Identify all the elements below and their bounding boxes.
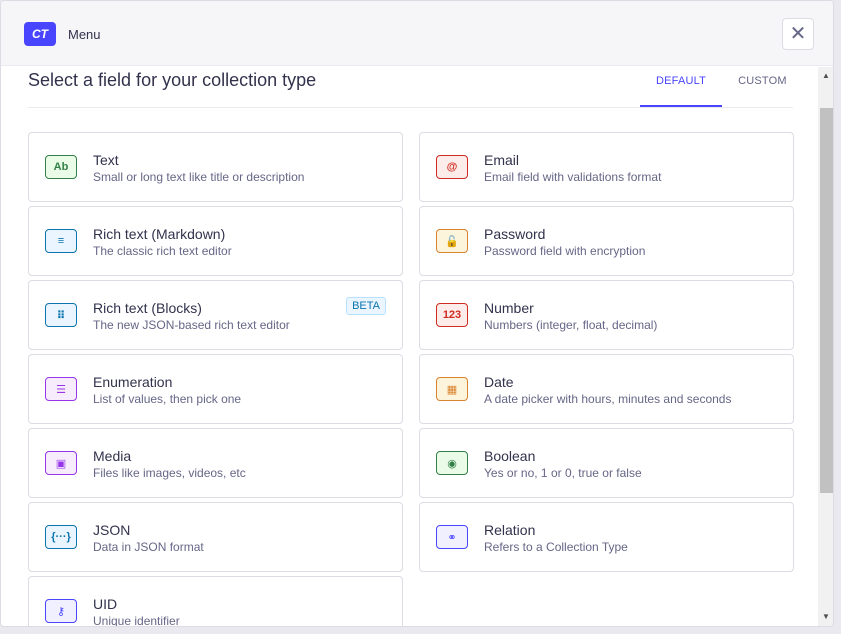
field-name: Rich text (Markdown): [93, 226, 226, 242]
list-icon: ☰: [45, 377, 77, 401]
key-icon: ⚷: [45, 599, 77, 623]
markdown-icon: ≡: [45, 229, 77, 253]
number-icon: 123: [436, 303, 468, 327]
field-name: Media: [93, 448, 132, 464]
field-card-date[interactable]: ▦ Date A date picker with hours, minutes a…: [419, 354, 794, 424]
field-picker-modal: CT Menu ✕ Select a field for your collec…: [0, 0, 834, 627]
field-name: Password: [484, 226, 546, 242]
image-icon: ▣: [45, 451, 77, 475]
lock-icon: 🔓: [436, 229, 468, 253]
blocks-icon: ⠿: [45, 303, 77, 327]
text-icon: Ab: [45, 155, 77, 179]
field-card-relation[interactable]: ⚭ Relation Refers to a Collection Type: [419, 502, 794, 572]
field-card-number[interactable]: 123 Number Numbers (integer, float, decima…: [419, 280, 794, 350]
beta-badge: BETA: [346, 297, 386, 315]
field-description: A date picker with hours, minutes and se…: [484, 392, 732, 406]
menu-label: Menu: [68, 27, 101, 42]
field-card-rich-text-blocks[interactable]: ⠿ Rich text (Blocks) The new JSON-based ri…: [28, 280, 403, 350]
field-name: Date: [484, 374, 514, 390]
field-card-rich-text-markdown[interactable]: ≡ Rich text (Markdown) The classic rich te…: [28, 206, 403, 276]
field-card-media[interactable]: ▣ Media Files like images, videos, etc: [28, 428, 403, 498]
field-description: Password field with encryption: [484, 244, 646, 258]
field-name: Rich text (Blocks): [93, 300, 202, 316]
field-name: JSON: [93, 522, 131, 538]
calendar-icon: ▦: [436, 377, 468, 401]
field-description: Data in JSON format: [93, 540, 204, 554]
tab-custom[interactable]: Custom: [722, 67, 803, 107]
field-card-email[interactable]: @ Email Email field with validations forma…: [419, 132, 794, 202]
field-card-uid[interactable]: ⚷ UID Unique identifier: [28, 576, 403, 627]
field-name: Email: [484, 152, 520, 168]
field-card-password[interactable]: 🔓 Password Password field with encryption: [419, 206, 794, 276]
field-card-boolean[interactable]: ◉ Boolean Yes or no, 1 or 0, true or false: [419, 428, 794, 498]
field-description: The new JSON-based rich text editor: [93, 318, 290, 332]
field-description: Numbers (integer, float, decimal): [484, 318, 658, 332]
collection-type-badge: CT: [24, 22, 56, 46]
scrollbar[interactable]: ▲ ▼: [818, 67, 833, 626]
modal-content: Select a field for your collection type …: [1, 67, 818, 627]
divider: [28, 107, 793, 108]
field-description: Unique identifier: [93, 614, 180, 627]
tab-default[interactable]: Default: [640, 67, 723, 107]
json-icon: {···}: [45, 525, 77, 549]
field-description: Email field with validations format: [484, 170, 662, 184]
toggle-icon: ◉: [436, 451, 468, 475]
field-description: Files like images, videos, etc: [93, 466, 246, 480]
tab-list: Default Custom: [640, 67, 803, 107]
close-button[interactable]: ✕: [782, 18, 814, 50]
field-description: The classic rich text editor: [93, 244, 232, 258]
field-description: List of values, then pick one: [93, 392, 242, 406]
email-icon: @: [436, 155, 468, 179]
field-card-enumeration[interactable]: ☰ Enumeration List of values, then pick on…: [28, 354, 403, 424]
field-card-text[interactable]: Ab Text Small or long text like title or d…: [28, 132, 403, 202]
scroll-up-icon[interactable]: ▲: [822, 71, 830, 80]
field-name: Number: [484, 300, 534, 316]
close-icon: ✕: [789, 23, 807, 45]
field-name: Relation: [484, 522, 536, 538]
scroll-down-icon[interactable]: ▼: [822, 612, 830, 621]
field-name: UID: [93, 596, 118, 612]
field-name: Enumeration: [93, 374, 173, 390]
modal-header: CT Menu ✕: [1, 1, 833, 66]
field-description: Refers to a Collection Type: [484, 540, 628, 554]
page-title: Select a field for your collection type: [28, 70, 317, 90]
field-description: Yes or no, 1 or 0, true or false: [484, 466, 642, 480]
field-name: Text: [93, 152, 119, 168]
link-icon: ⚭: [436, 525, 468, 549]
field-description: Small or long text like title or descrip…: [93, 170, 305, 184]
scrollbar-thumb[interactable]: [820, 108, 833, 493]
field-card-json[interactable]: {···} JSON Data in JSON format: [28, 502, 403, 572]
field-name: Boolean: [484, 448, 536, 464]
